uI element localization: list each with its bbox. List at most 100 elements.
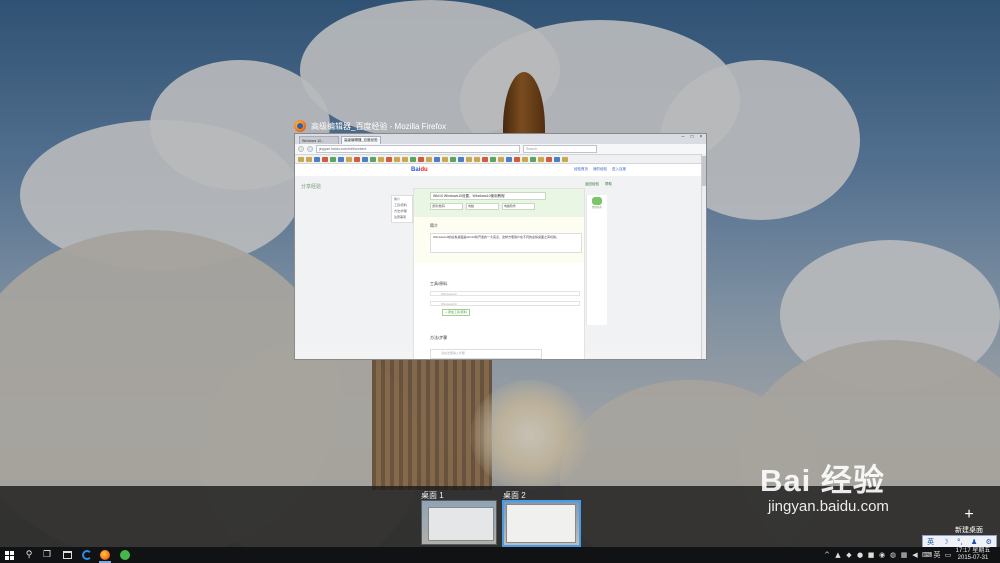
new-desktop-button[interactable]: + 新建桌面 <box>949 507 989 535</box>
tool-input[interactable]: Windows10 <box>430 301 580 306</box>
category-select[interactable]: 游戏/数码 <box>430 203 463 210</box>
category-select[interactable]: 电脑 <box>466 203 499 210</box>
assistant-panel: 经验助手 <box>586 195 607 325</box>
bookmark-icon[interactable] <box>506 156 512 162</box>
edge-button[interactable] <box>78 547 96 563</box>
assistant-icon[interactable] <box>592 197 602 205</box>
bookmark-icon[interactable] <box>354 156 360 162</box>
step-input[interactable]: 请在这里输入步骤 <box>430 349 542 359</box>
header-link[interactable]: 进入百度 <box>612 167 626 172</box>
chevron-up-icon[interactable]: ^ <box>823 551 831 559</box>
ime-punct-icon[interactable]: °, <box>957 538 963 546</box>
bookmark-icon[interactable] <box>514 156 520 162</box>
ime-mode-icon[interactable]: 英 <box>927 537 934 547</box>
bookmark-icon[interactable] <box>370 156 376 162</box>
bookmark-icon[interactable] <box>314 156 320 162</box>
forward-button[interactable] <box>307 146 313 152</box>
app-icon <box>120 550 130 560</box>
bookmark-icon[interactable] <box>394 156 400 162</box>
search-input[interactable]: Search <box>523 145 597 153</box>
add-tool-button[interactable]: + 添加工具/原料 <box>442 309 470 316</box>
maximize-icon[interactable]: □ <box>689 135 695 140</box>
desktop-thumbnail-1[interactable] <box>421 500 497 545</box>
browser-tab[interactable]: Windows 10... <box>299 136 339 144</box>
bookmark-icon[interactable] <box>298 156 304 162</box>
firefox-taskbar-button[interactable] <box>96 547 114 563</box>
firefox-icon <box>100 550 110 560</box>
bookmark-icon[interactable] <box>418 156 424 162</box>
bookmark-icon[interactable] <box>530 156 536 162</box>
store-button[interactable] <box>58 547 76 563</box>
bookmark-icon[interactable] <box>522 156 528 162</box>
bookmark-icon[interactable] <box>378 156 384 162</box>
clock[interactable]: 17:17 星期五 2015-07-31 <box>952 548 994 562</box>
bookmark-icon[interactable] <box>330 156 336 162</box>
top-link[interactable]: 返回经验 <box>585 182 599 187</box>
bookmark-icon[interactable] <box>426 156 432 162</box>
tray-app-icon[interactable]: ◆ <box>845 551 853 559</box>
bookmark-icon[interactable] <box>362 156 368 162</box>
system-tray: ^ ▲ ◆ ● ■ ◉ ◍ ▦ ◀ ⌨ 英 ▭ <box>823 547 952 563</box>
assistant-label: 经验助手 <box>591 206 602 209</box>
browser-tab-active[interactable]: 高级编辑器_百度经验 <box>341 136 381 144</box>
minimize-icon[interactable]: – <box>680 135 686 140</box>
keyboard-icon[interactable]: ⌨ <box>922 551 932 559</box>
start-button[interactable] <box>0 547 18 563</box>
bookmark-icon[interactable] <box>546 156 552 162</box>
firefox-window-preview[interactable]: Windows 10... 高级编辑器_百度经验 – □ × jingyan.b… <box>294 133 707 360</box>
baidu-jingyan-watermark: Bai 经验 jingyan.baidu.com <box>760 463 889 515</box>
top-link[interactable]: 帮助 <box>605 182 612 187</box>
bookmark-icon[interactable] <box>458 156 464 162</box>
url-bar[interactable]: jingyan.baidu.com/edit/content <box>316 145 520 153</box>
bookmark-icon[interactable] <box>410 156 416 162</box>
side-nav-item[interactable]: 注意事项 <box>392 214 412 220</box>
header-link[interactable]: 我的经验 <box>593 167 607 172</box>
clock-time: 17:17 星期五 <box>955 548 991 554</box>
tray-app-icon[interactable]: ◉ <box>878 551 886 559</box>
bookmark-icon[interactable] <box>346 156 352 162</box>
bookmark-icon[interactable] <box>466 156 472 162</box>
bookmark-icon[interactable] <box>322 156 328 162</box>
ime-user-icon[interactable]: ♟ <box>971 538 977 546</box>
task-view-button[interactable]: ❐ <box>38 547 56 563</box>
category-select[interactable]: 电脑软件 <box>502 203 535 210</box>
tray-app-icon[interactable]: ■ <box>867 551 875 559</box>
ime-settings-icon[interactable]: ⚙ <box>986 538 992 546</box>
back-button[interactable] <box>298 146 304 152</box>
bookmark-icon[interactable] <box>490 156 496 162</box>
close-icon[interactable]: × <box>698 135 704 140</box>
tray-app-icon[interactable]: ◍ <box>889 551 897 559</box>
bookmark-icon[interactable] <box>562 156 568 162</box>
bookmark-icon[interactable] <box>498 156 504 162</box>
bookmark-icon[interactable] <box>538 156 544 162</box>
bookmark-icon[interactable] <box>482 156 488 162</box>
title-input[interactable]: Win10 Windows10设置，Windows10使用教程 <box>430 192 546 200</box>
header-link[interactable]: 经验首页 <box>574 167 588 172</box>
bookmark-icon[interactable] <box>386 156 392 162</box>
bookmark-icon[interactable] <box>450 156 456 162</box>
network-icon[interactable]: ▦ <box>900 551 908 559</box>
baidu-logo[interactable]: Baidu <box>411 167 428 173</box>
bookmark-icon[interactable] <box>442 156 448 162</box>
ime-language-icon[interactable]: 英 <box>933 551 941 559</box>
search-button[interactable]: ⚲ <box>20 547 38 563</box>
bookmark-icon[interactable] <box>402 156 408 162</box>
tray-app-icon[interactable]: ▲ <box>834 551 842 559</box>
bookmark-icon[interactable] <box>474 156 480 162</box>
volume-icon[interactable]: ◀ <box>911 551 919 559</box>
window-title-bar[interactable]: 高级编辑器_百度经验 - Mozilla Firefox <box>294 119 446 133</box>
bookmark-icon[interactable] <box>306 156 312 162</box>
notifications-icon[interactable]: ▭ <box>944 551 952 559</box>
intro-textarea[interactable]: Windows10的虚拟桌面是Win10新开发的一大亮点，这样方便用户在不同的虚… <box>430 233 582 253</box>
tool-input[interactable]: Windows10 <box>430 291 580 296</box>
scrollbar[interactable] <box>701 154 706 359</box>
app-taskbar-button[interactable] <box>116 547 134 563</box>
bookmark-icon[interactable] <box>434 156 440 162</box>
ime-moon-icon[interactable]: ☽ <box>942 538 948 546</box>
tools-heading: 工具/原料 <box>430 281 448 286</box>
desktop-thumbnail-2[interactable] <box>502 500 581 547</box>
tray-app-icon[interactable]: ● <box>856 551 864 559</box>
bookmark-icon[interactable] <box>554 156 560 162</box>
bookmark-icon[interactable] <box>338 156 344 162</box>
edge-icon <box>82 550 92 560</box>
